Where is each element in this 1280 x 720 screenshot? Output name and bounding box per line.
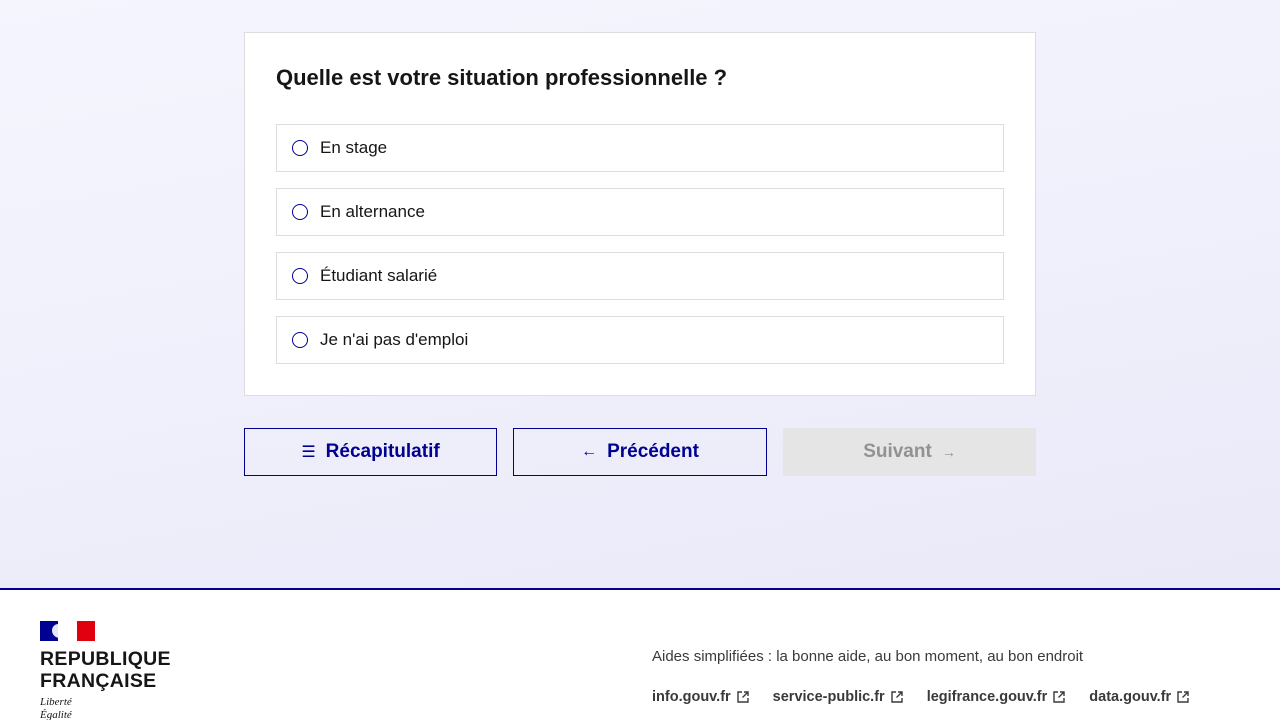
brand-line-2: FRANÇAISE xyxy=(40,670,157,692)
radio-circle-icon[interactable] xyxy=(292,204,308,220)
question-card: Quelle est votre situation professionnel… xyxy=(244,32,1036,396)
footer-link-label: data.gouv.fr xyxy=(1089,689,1172,705)
republique-francaise-logo[interactable]: REPUBLIQUE FRANÇAISE xyxy=(40,648,171,692)
radio-group: En stage En alternance Étudiant salarié … xyxy=(276,124,1004,380)
footer-link-label: legifrance.gouv.fr xyxy=(926,689,1048,705)
previous-button[interactable]: ← Précédent xyxy=(513,428,767,476)
external-link-icon xyxy=(890,691,903,703)
footer-link-label: service-public.fr xyxy=(772,689,885,705)
footer-link-service-public[interactable]: service-public.fr xyxy=(773,689,903,705)
footer-link-info-gouv[interactable]: info.gouv.fr xyxy=(652,689,749,705)
arrow-left-icon: ← xyxy=(581,443,598,460)
radio-option-etudiant-salarie[interactable]: Étudiant salarié xyxy=(276,252,1004,300)
radio-circle-icon[interactable] xyxy=(292,140,308,156)
footer-links: info.gouv.fr service-public.fr legifranc… xyxy=(652,689,1213,705)
external-link-icon xyxy=(1053,691,1065,703)
footer-description: Aides simplifiées : la bonne aide, au bo… xyxy=(652,648,1084,665)
motto-line-2: Égalité xyxy=(40,709,72,720)
previous-button-label: Précédent xyxy=(607,441,699,462)
arrow-right-icon: → xyxy=(941,444,956,460)
list-icon: ☰ xyxy=(301,444,316,461)
external-link-icon xyxy=(736,691,749,703)
main-content: Quelle est votre situation professionnel… xyxy=(0,0,1280,588)
footer-link-legifrance[interactable]: legifrance.gouv.fr xyxy=(927,689,1066,705)
next-button-label: Suivant xyxy=(863,441,932,462)
site-footer: REPUBLIQUE FRANÇAISE Liberté Égalité Aid… xyxy=(0,588,1280,720)
radio-option-label: Étudiant salarié xyxy=(320,266,438,285)
recap-button-label: Récapitulatif xyxy=(325,441,440,462)
radio-option-en-alternance[interactable]: En alternance xyxy=(276,188,1004,236)
radio-option-sans-emploi[interactable]: Je n'ai pas d'emploi xyxy=(276,316,1004,364)
radio-circle-icon[interactable] xyxy=(292,268,308,284)
brand-line-1: REPUBLIQUE xyxy=(40,648,171,670)
radio-circle-icon[interactable] xyxy=(292,332,308,348)
marianne-flag-logo xyxy=(40,621,95,641)
motto: Liberté Égalité xyxy=(40,696,72,720)
next-button[interactable]: Suivant → xyxy=(783,428,1036,476)
question-title: Quelle est votre situation professionnel… xyxy=(276,65,728,90)
recap-button[interactable]: ☰ Récapitulatif xyxy=(244,428,497,476)
external-link-icon xyxy=(1177,691,1189,703)
radio-option-en-stage[interactable]: En stage xyxy=(276,124,1004,172)
radio-option-label: En alternance xyxy=(320,202,425,221)
footer-link-label: info.gouv.fr xyxy=(652,689,731,705)
footer-link-data-gouv[interactable]: data.gouv.fr xyxy=(1089,689,1189,705)
radio-option-label: Je n'ai pas d'emploi xyxy=(320,330,469,349)
motto-line-1: Liberté xyxy=(40,696,72,708)
radio-option-label: En stage xyxy=(320,138,388,157)
